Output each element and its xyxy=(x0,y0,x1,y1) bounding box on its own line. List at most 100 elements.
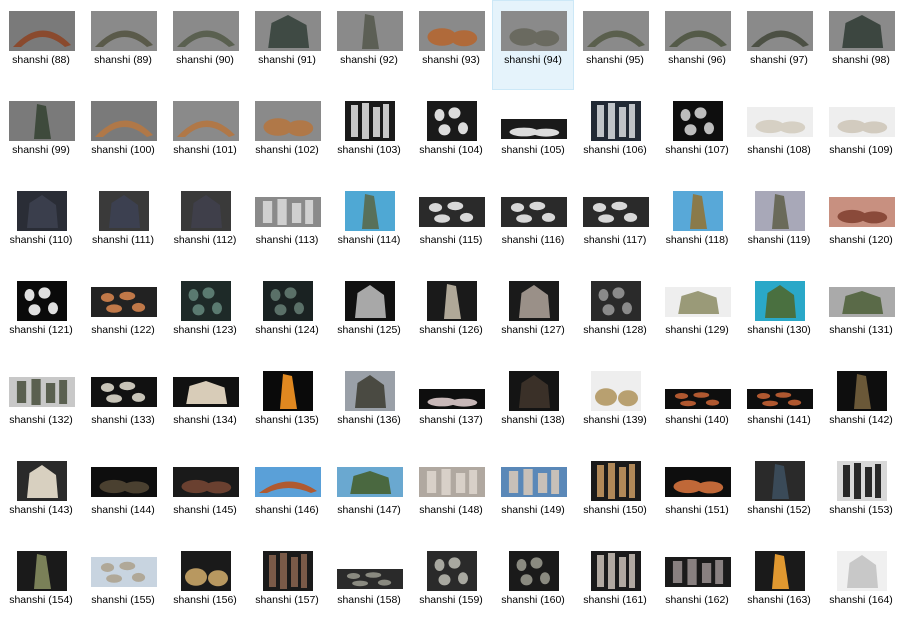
file-item[interactable]: shanshi (153) xyxy=(820,450,900,540)
file-item[interactable]: shanshi (97) xyxy=(738,0,820,90)
file-item[interactable]: shanshi (102) xyxy=(246,90,328,180)
file-item[interactable]: shanshi (140) xyxy=(656,360,738,450)
file-item[interactable]: shanshi (101) xyxy=(164,90,246,180)
thumbnail-image xyxy=(829,461,895,501)
file-item[interactable]: shanshi (121) xyxy=(0,270,82,360)
file-item[interactable]: shanshi (159) xyxy=(410,540,492,630)
file-item[interactable]: shanshi (123) xyxy=(164,270,246,360)
file-item[interactable]: shanshi (155) xyxy=(82,540,164,630)
file-name-label: shanshi (108) xyxy=(747,144,811,156)
file-item[interactable]: shanshi (116) xyxy=(492,180,574,270)
file-item[interactable]: shanshi (150) xyxy=(574,450,656,540)
file-name-label: shanshi (154) xyxy=(9,594,73,606)
thumbnail-image xyxy=(255,461,321,501)
file-item[interactable]: shanshi (107) xyxy=(656,90,738,180)
file-item[interactable]: shanshi (124) xyxy=(246,270,328,360)
file-item[interactable]: shanshi (148) xyxy=(410,450,492,540)
file-item[interactable]: shanshi (156) xyxy=(164,540,246,630)
file-item[interactable]: shanshi (147) xyxy=(328,450,410,540)
file-item[interactable]: shanshi (118) xyxy=(656,180,738,270)
file-item[interactable]: shanshi (95) xyxy=(574,0,656,90)
file-item[interactable]: shanshi (162) xyxy=(656,540,738,630)
file-item[interactable]: shanshi (131) xyxy=(820,270,900,360)
file-item[interactable]: shanshi (154) xyxy=(0,540,82,630)
file-item[interactable]: shanshi (105) xyxy=(492,90,574,180)
file-item[interactable]: shanshi (111) xyxy=(82,180,164,270)
thumbnail-image xyxy=(255,11,321,51)
thumbnail-image xyxy=(255,281,321,321)
file-name-label: shanshi (149) xyxy=(501,504,565,516)
thumbnail-image xyxy=(91,11,157,51)
file-item[interactable]: shanshi (114) xyxy=(328,180,410,270)
file-item[interactable]: shanshi (161) xyxy=(574,540,656,630)
file-item[interactable]: shanshi (141) xyxy=(738,360,820,450)
file-item[interactable]: shanshi (117) xyxy=(574,180,656,270)
file-item[interactable]: shanshi (125) xyxy=(328,270,410,360)
thumbnail-image xyxy=(337,551,403,591)
file-item[interactable]: shanshi (136) xyxy=(328,360,410,450)
file-item[interactable]: shanshi (143) xyxy=(0,450,82,540)
file-name-label: shanshi (114) xyxy=(337,234,401,246)
file-item[interactable]: shanshi (151) xyxy=(656,450,738,540)
file-item[interactable]: shanshi (90) xyxy=(164,0,246,90)
file-item[interactable]: shanshi (138) xyxy=(492,360,574,450)
file-name-label: shanshi (162) xyxy=(665,594,729,606)
file-item[interactable]: shanshi (126) xyxy=(410,270,492,360)
file-item[interactable]: shanshi (164) xyxy=(820,540,900,630)
file-item[interactable]: shanshi (109) xyxy=(820,90,900,180)
file-item[interactable]: shanshi (160) xyxy=(492,540,574,630)
file-name-label: shanshi (107) xyxy=(665,144,729,156)
file-item[interactable]: shanshi (92) xyxy=(328,0,410,90)
thumbnail-image xyxy=(9,371,75,411)
file-item[interactable]: shanshi (94) xyxy=(492,0,574,90)
thumbnail-image xyxy=(255,371,321,411)
file-item[interactable]: shanshi (146) xyxy=(246,450,328,540)
file-item[interactable]: shanshi (99) xyxy=(0,90,82,180)
file-item[interactable]: shanshi (157) xyxy=(246,540,328,630)
file-item[interactable]: shanshi (135) xyxy=(246,360,328,450)
file-item[interactable]: shanshi (142) xyxy=(820,360,900,450)
file-item[interactable]: shanshi (137) xyxy=(410,360,492,450)
file-item[interactable]: shanshi (152) xyxy=(738,450,820,540)
file-item[interactable]: shanshi (122) xyxy=(82,270,164,360)
file-item[interactable]: shanshi (112) xyxy=(164,180,246,270)
file-name-label: shanshi (109) xyxy=(829,144,893,156)
thumbnail-image xyxy=(665,191,731,231)
file-item[interactable]: shanshi (139) xyxy=(574,360,656,450)
file-item[interactable]: shanshi (119) xyxy=(738,180,820,270)
file-item[interactable]: shanshi (149) xyxy=(492,450,574,540)
thumbnail-image xyxy=(583,551,649,591)
file-item[interactable]: shanshi (106) xyxy=(574,90,656,180)
file-item[interactable]: shanshi (144) xyxy=(82,450,164,540)
file-item[interactable]: shanshi (127) xyxy=(492,270,574,360)
file-item[interactable]: shanshi (133) xyxy=(82,360,164,450)
file-item[interactable]: shanshi (89) xyxy=(82,0,164,90)
file-item[interactable]: shanshi (120) xyxy=(820,180,900,270)
file-item[interactable]: shanshi (145) xyxy=(164,450,246,540)
file-item[interactable]: shanshi (129) xyxy=(656,270,738,360)
file-item[interactable]: shanshi (91) xyxy=(246,0,328,90)
file-item[interactable]: shanshi (113) xyxy=(246,180,328,270)
file-name-label: shanshi (144) xyxy=(91,504,155,516)
file-item[interactable]: shanshi (132) xyxy=(0,360,82,450)
thumbnail-image xyxy=(337,371,403,411)
file-item[interactable]: shanshi (115) xyxy=(410,180,492,270)
file-item[interactable]: shanshi (128) xyxy=(574,270,656,360)
file-item[interactable]: shanshi (96) xyxy=(656,0,738,90)
file-item[interactable]: shanshi (103) xyxy=(328,90,410,180)
file-item[interactable]: shanshi (98) xyxy=(820,0,900,90)
file-item[interactable]: shanshi (104) xyxy=(410,90,492,180)
file-item[interactable]: shanshi (93) xyxy=(410,0,492,90)
file-name-label: shanshi (115) xyxy=(419,234,483,246)
file-item[interactable]: shanshi (108) xyxy=(738,90,820,180)
file-item[interactable]: shanshi (163) xyxy=(738,540,820,630)
file-item[interactable]: shanshi (100) xyxy=(82,90,164,180)
file-item[interactable]: shanshi (134) xyxy=(164,360,246,450)
file-item[interactable]: shanshi (88) xyxy=(0,0,82,90)
thumbnail-image xyxy=(501,461,567,501)
file-item[interactable]: shanshi (130) xyxy=(738,270,820,360)
file-item[interactable]: shanshi (110) xyxy=(0,180,82,270)
thumbnail-image xyxy=(747,461,813,501)
file-name-label: shanshi (93) xyxy=(422,54,480,66)
file-item[interactable]: shanshi (158) xyxy=(328,540,410,630)
